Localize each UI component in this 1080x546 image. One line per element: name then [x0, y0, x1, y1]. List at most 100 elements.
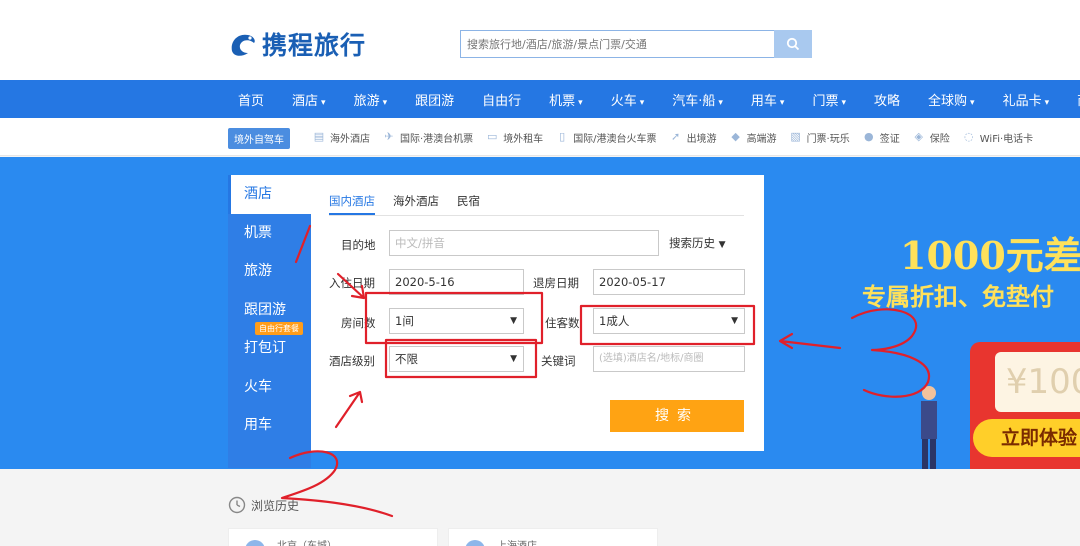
plane-icon: ✈ [384, 130, 394, 143]
sub-nav-item[interactable]: ◈ 保险 [912, 130, 950, 145]
sub-nav-item[interactable]: ◆ 高端游 [729, 130, 776, 145]
promo-subtitle: 专属折扣、免垫付 [862, 283, 1054, 311]
sub-nav-item[interactable]: ✈ 国际·港澳台机票 [382, 130, 473, 145]
hotel-tab[interactable]: 民宿 [457, 193, 480, 215]
sub-nav-item[interactable]: ▯ 国际/港澳台火车票 [555, 130, 656, 145]
hotel-booking-panel: 国内酒店 海外酒店 民宿 目的地 中文/拼音 搜索历史 ▼ 入住日期 2020-5-… [311, 175, 764, 451]
chevron-down-icon: ▾ [639, 97, 645, 108]
wifi-icon: ◌ [963, 130, 974, 143]
history-thumbnail-icon [465, 540, 485, 546]
chevron-down-icon: ▾ [841, 97, 846, 108]
shield-icon: ◈ [914, 130, 923, 143]
sub-nav-item[interactable]: ➚ 出境游 [669, 130, 717, 145]
nav-item-label: 全球购 [928, 93, 968, 109]
ctrip-logo[interactable]: 携程旅行 [228, 26, 366, 62]
side-menu-badge: 自由行套餐 [255, 322, 303, 335]
chevron-down-icon: ▾ [321, 97, 326, 108]
hotel-level-select[interactable]: 不限 ▼ [389, 346, 524, 372]
browse-history-header: 浏览历史 [228, 496, 299, 514]
side-menu-item[interactable]: 旅游 [228, 252, 311, 291]
chevron-down-icon: ▾ [578, 97, 583, 108]
tab-divider [329, 215, 744, 216]
select-arrow-icon: ▼ [510, 316, 517, 326]
chevron-down-icon: ▾ [970, 97, 975, 108]
checkin-label: 入住日期 [329, 276, 375, 290]
nav-item-label: 机票 [549, 93, 576, 109]
globe-icon: ● [863, 130, 874, 143]
sub-nav-item[interactable]: ▭ 境外租车 [485, 130, 543, 145]
keyword-input[interactable]: (选填)酒店名/地标/商圈 [593, 346, 745, 372]
history-card[interactable]: 北京（东城） [228, 528, 438, 546]
nav-item[interactable]: 旅游 ▾ [340, 90, 402, 109]
side-menu-item[interactable]: 机票 [228, 214, 311, 253]
clock-icon [228, 496, 246, 514]
side-menu-item[interactable]: 火车 [228, 368, 311, 407]
global-search-button[interactable] [774, 30, 812, 58]
sub-nav-item[interactable]: ● 签证 [862, 130, 900, 145]
history-thumbnail-icon [245, 540, 265, 546]
nav-item[interactable]: 火车 ▾ [597, 90, 659, 109]
nav-item[interactable]: 门票 ▾ [798, 90, 860, 109]
person-illustration-icon [921, 386, 937, 469]
train-icon: ▯ [559, 130, 566, 143]
nav-item[interactable]: 礼品卡 ▾ [989, 90, 1064, 109]
nav-item[interactable]: 首页 [224, 90, 278, 109]
checkin-date-input[interactable]: 2020-5-16 [389, 269, 524, 295]
nav-item-label: 首页 [238, 93, 265, 109]
nav-item[interactable]: 攻略 [860, 90, 914, 109]
page: 携程旅行 首页酒店▾旅游▾跟团游自由行机票▾火车▾汽车·船▾用车▾门票▾攻略全球… [0, 0, 1080, 546]
nav-item-label: 旅游 [353, 93, 380, 109]
search-history-dropdown[interactable]: 搜索历史 ▼ [669, 235, 726, 251]
side-menu-item[interactable]: 用车 [228, 406, 311, 445]
nav-item[interactable]: 跟团游 [401, 90, 468, 109]
header: 携程旅行 [0, 0, 1080, 80]
car-icon: ▭ [486, 130, 498, 143]
guests-select[interactable]: 1成人 ▼ [593, 308, 745, 334]
promo-coupon: ¥1000 [995, 352, 1080, 412]
rooms-select[interactable]: 1间 ▼ [389, 308, 524, 334]
rooms-value: 1间 [395, 314, 414, 328]
chevron-down-icon: ▾ [382, 97, 388, 108]
nav-item[interactable]: 自由行 [468, 90, 535, 109]
nav-item[interactable]: 汽车·船 ▾ [658, 90, 737, 109]
history-card[interactable]: 上海酒店 [448, 528, 658, 546]
nav-item[interactable]: 全球购 ▾ [914, 90, 989, 109]
hotel-tabs: 国内酒店 海外酒店 民宿 [329, 193, 498, 215]
global-search [460, 30, 812, 58]
sub-nav-item[interactable]: ▧ 门票·玩乐 [789, 130, 849, 145]
guests-value: 1成人 [599, 314, 630, 328]
search-icon [786, 37, 800, 51]
nav-item-label: 攻略 [874, 93, 901, 109]
sub-nav-item[interactable]: ▤ 海外酒店 [312, 130, 370, 145]
global-search-input[interactable] [460, 30, 774, 58]
hotel-tab[interactable]: 海外酒店 [393, 193, 439, 215]
hotel-search-button[interactable]: 搜索 [610, 400, 744, 432]
dolphin-logo-icon [231, 34, 255, 56]
promo-try-button[interactable]: 立即体验 [973, 419, 1080, 457]
chevron-down-icon: ▾ [718, 97, 723, 108]
guests-label: 住客数 [545, 316, 580, 330]
destination-label: 目的地 [341, 238, 376, 252]
side-menu-item[interactable]: 酒店 [228, 175, 311, 214]
nav-item[interactable]: 用车 ▾ [737, 90, 799, 109]
nav-item-label: 汽车·船 [672, 93, 716, 109]
sub-nav-item-label: 境外租车 [503, 133, 544, 145]
chevron-down-icon: ▾ [779, 97, 785, 108]
checkout-date-input[interactable]: 2020-05-17 [593, 269, 745, 295]
sub-nav-item[interactable]: ◌ WiFi·电话卡 [962, 130, 1033, 145]
sub-nav-item-label: 保险 [929, 133, 950, 145]
hotel-tab[interactable]: 国内酒店 [329, 193, 375, 215]
brand-name: 携程旅行 [262, 31, 367, 60]
rooms-label: 房间数 [341, 316, 376, 330]
history-card-label: 上海酒店 [497, 541, 537, 546]
nav-item[interactable]: 商旅▾ [1063, 90, 1080, 109]
nav-item[interactable]: 酒店 ▾ [278, 90, 340, 109]
destination-input[interactable]: 中文/拼音 [389, 230, 659, 256]
sub-nav-item-label: 国际·港澳台机票 [400, 133, 474, 145]
diamond-icon: ◆ [731, 130, 740, 143]
level-label: 酒店级别 [329, 354, 375, 368]
chevron-down-icon: ▾ [1044, 97, 1050, 108]
sub-nav-tag[interactable]: 境外自驾车 [228, 128, 290, 149]
nav-item[interactable]: 机票 ▾ [535, 90, 597, 109]
nav-item-label: 酒店 [292, 93, 319, 109]
